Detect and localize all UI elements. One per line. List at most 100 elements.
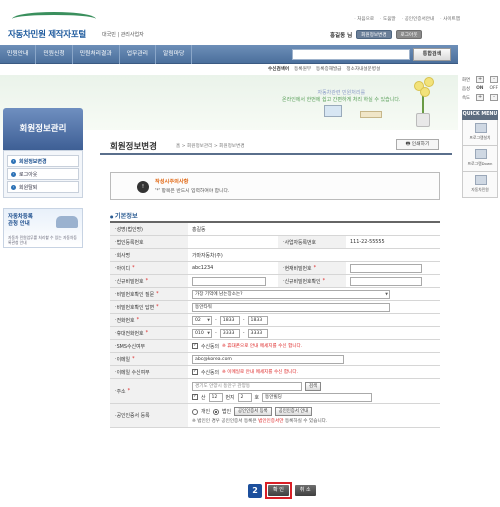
title-divider bbox=[100, 153, 452, 155]
password-question-select[interactable]: 가장 기억에 남는장소는? bbox=[192, 289, 390, 299]
biz-no-value: 111-22-55555 bbox=[350, 239, 385, 245]
book-icon bbox=[360, 111, 382, 118]
logo-swoosh-icon bbox=[12, 12, 96, 26]
bullet-icon: › bbox=[11, 184, 16, 190]
edit-profile-button[interactable]: 회원정보변경 bbox=[356, 30, 392, 39]
nav-item-result[interactable]: 민원처리결과 bbox=[73, 45, 120, 64]
nav-item-guide[interactable]: 민원안내 bbox=[0, 45, 37, 64]
address-search-button[interactable]: 검색 bbox=[305, 381, 322, 391]
util-help-link[interactable]: 도움말 bbox=[380, 16, 396, 22]
address-line-field[interactable]: 경기도 안양시 동안구 관양동 bbox=[192, 381, 302, 391]
phone-middle-field[interactable]: 1833 bbox=[219, 315, 240, 325]
quick-install[interactable]: 프로그램설치 bbox=[462, 120, 498, 146]
bullet-icon: › bbox=[11, 171, 16, 177]
print-button[interactable]: 🖶 인쇄하기 bbox=[396, 139, 439, 150]
sub-number-field[interactable]: 2 bbox=[237, 392, 252, 402]
section-title: 기본정보 bbox=[110, 211, 138, 220]
mobile-prefix-select[interactable]: 010 bbox=[192, 328, 212, 338]
form-actions: 2 확 인 취 소 bbox=[248, 482, 316, 499]
car-icon bbox=[56, 216, 78, 228]
new-password-field[interactable] bbox=[192, 276, 266, 286]
keyword-link-1[interactable]: 등록원부 bbox=[294, 66, 311, 72]
id-value: abc1234 bbox=[192, 265, 214, 271]
sound-off-toggle[interactable]: OFF bbox=[489, 86, 498, 91]
nav-item-apply[interactable]: 민원신청 bbox=[36, 45, 73, 64]
quick-civil[interactable]: 자동차민원 bbox=[462, 172, 498, 198]
register-cert-button[interactable]: 공인인증서 등록 bbox=[234, 407, 272, 416]
keyword-label: 수신검색어 bbox=[268, 67, 290, 72]
password-answer-field[interactable]: 동안타워 bbox=[192, 302, 390, 312]
form-row: 주소* 경기도 안양시 동안구 관양동 검색 ✓ 산 12 번지 2 호 동안빌… bbox=[110, 379, 440, 404]
member-form: 성명(법인명) 홍길동 법인등록번호 사업자등록번호 111-22-55555 … bbox=[110, 221, 440, 428]
search-button[interactable]: 통합검색 bbox=[413, 48, 451, 61]
util-home-link[interactable]: 처음으로 bbox=[354, 16, 374, 22]
main-nav: 민원안내 민원신청 민원처리결과 업무관리 알림마당 통합검색 bbox=[0, 45, 458, 64]
search-input[interactable] bbox=[292, 49, 410, 60]
keyword-bar: 수신검색어 등록원부 등록증재발급 정소자내설문병설 bbox=[268, 66, 380, 72]
mobile-middle-field[interactable]: 3333 bbox=[219, 328, 240, 338]
email-agree-checkbox[interactable]: ✓ bbox=[192, 369, 198, 375]
sidebar-item-withdraw[interactable]: › 회원탈퇴 bbox=[7, 181, 79, 193]
cert-personal-radio[interactable] bbox=[192, 408, 198, 415]
phone-last-field[interactable]: 1833 bbox=[247, 315, 268, 325]
nav-item-work[interactable]: 업무관리 bbox=[120, 45, 157, 64]
speed-down-button[interactable]: - bbox=[490, 94, 498, 101]
form-row: 휴대전화번호* 010- 3333- 3333 bbox=[110, 327, 440, 340]
form-row: 이메일 수신여부 ✓ 수신동의 ※ 이메일로 안내 메세지를 수신 합니다. bbox=[110, 366, 440, 379]
util-cert-link[interactable]: 공인인증서안내 bbox=[402, 16, 435, 22]
form-row: 전화번호* 02- 1833- 1833 bbox=[110, 314, 440, 327]
confirm-password-field[interactable] bbox=[350, 276, 422, 286]
logout-button[interactable]: 로그아웃 bbox=[395, 30, 423, 39]
zoom-out-button[interactable]: - bbox=[490, 76, 498, 83]
step-badge: 2 bbox=[248, 483, 262, 498]
keyword-link-3[interactable]: 정소자내설문병설 bbox=[346, 66, 380, 72]
util-sitemap-link[interactable]: 사이트맵 bbox=[440, 16, 460, 22]
nav-item-notice[interactable]: 알림마당 bbox=[156, 45, 193, 64]
form-row: 이메일* abc@korea.com bbox=[110, 353, 440, 366]
sidebar-item-logout[interactable]: › 로그아웃 bbox=[7, 168, 79, 180]
sound-on-toggle[interactable]: ON bbox=[476, 86, 483, 91]
mountain-lot-checkbox[interactable]: ✓ bbox=[192, 394, 198, 400]
notice-box: ! 작성시주의사항 '*' 항목은 반드시 입력하여야 합니다. bbox=[110, 172, 440, 200]
page-title: 회원정보변경 bbox=[110, 142, 157, 152]
form-row: 성명(법인명) 홍길동 bbox=[110, 223, 440, 236]
zoom-in-button[interactable]: + bbox=[476, 76, 485, 83]
site-switch: 대국민 | 관리사업자 bbox=[102, 32, 144, 38]
address-detail-field[interactable]: 동안빌딩 bbox=[262, 392, 372, 402]
link-public[interactable]: 대국민 bbox=[102, 32, 116, 38]
speed-up-button[interactable]: + bbox=[476, 94, 485, 101]
breadcrumb: 홈 > 회원정보관리 > 회원정보변경 bbox=[176, 144, 245, 149]
alert-icon: ! bbox=[137, 181, 149, 193]
site-logo[interactable]: 자동차민원 제작자포털 bbox=[6, 10, 116, 40]
sidebar-item-edit[interactable]: › 회원정보변경 bbox=[7, 155, 79, 167]
form-row: 비밀번호확인 답변* 동안타워 bbox=[110, 301, 440, 314]
util-links: 처음으로 도움말 공인인증서안내 사이트맵 bbox=[354, 16, 460, 22]
install-icon bbox=[475, 123, 487, 133]
cert-guide-button[interactable]: 공인인증서 안내 bbox=[274, 407, 313, 416]
lot-number-field[interactable]: 12 bbox=[208, 392, 223, 402]
link-business[interactable]: 관리사업자 bbox=[121, 32, 144, 38]
form-row: 비밀번호확인 질문* 가장 기억에 남는장소는? bbox=[110, 288, 440, 301]
current-password-field[interactable] bbox=[350, 263, 422, 273]
registration-office-banner[interactable]: 자동차등록 관청 안내 자동차 민원업무를 처리할 수 있는 자동차등록관청 안내 bbox=[3, 208, 83, 248]
form-row: 회사명 가마자동차(주) bbox=[110, 249, 440, 262]
quick-download[interactable]: 프로그램Down bbox=[462, 146, 498, 172]
form-row: 아이디* abc1234 현재비밀번호* bbox=[110, 262, 440, 275]
form-row: 법인등록번호 사업자등록번호 111-22-55555 bbox=[110, 236, 440, 249]
car-document-icon bbox=[475, 175, 487, 185]
phone-area-select[interactable]: 02 bbox=[192, 315, 212, 325]
banner-copy: 자동차관련 민원처리를 온라인에서 한번에 쉽고 간편하게 처리 하실 수 있습… bbox=[282, 90, 401, 103]
keyword-link-2[interactable]: 등록증재발급 bbox=[316, 66, 341, 72]
cancel-button[interactable]: 취 소 bbox=[294, 485, 316, 496]
download-icon bbox=[475, 149, 487, 159]
confirm-button[interactable]: 확 인 bbox=[268, 485, 289, 496]
cert-corp-radio[interactable] bbox=[213, 408, 219, 415]
name-value: 홍길동 bbox=[192, 226, 206, 233]
mobile-last-field[interactable]: 3333 bbox=[247, 328, 268, 338]
bullet-icon: › bbox=[11, 158, 16, 164]
email-field[interactable]: abc@korea.com bbox=[192, 354, 344, 364]
user-area: 홍길동 님 회원정보변경 로그아웃 bbox=[330, 30, 423, 39]
flower-vase-icon bbox=[408, 77, 438, 127]
sms-agree-checkbox[interactable]: ✓ bbox=[192, 343, 198, 349]
quick-menu-title: QUICK MENU bbox=[462, 110, 498, 120]
